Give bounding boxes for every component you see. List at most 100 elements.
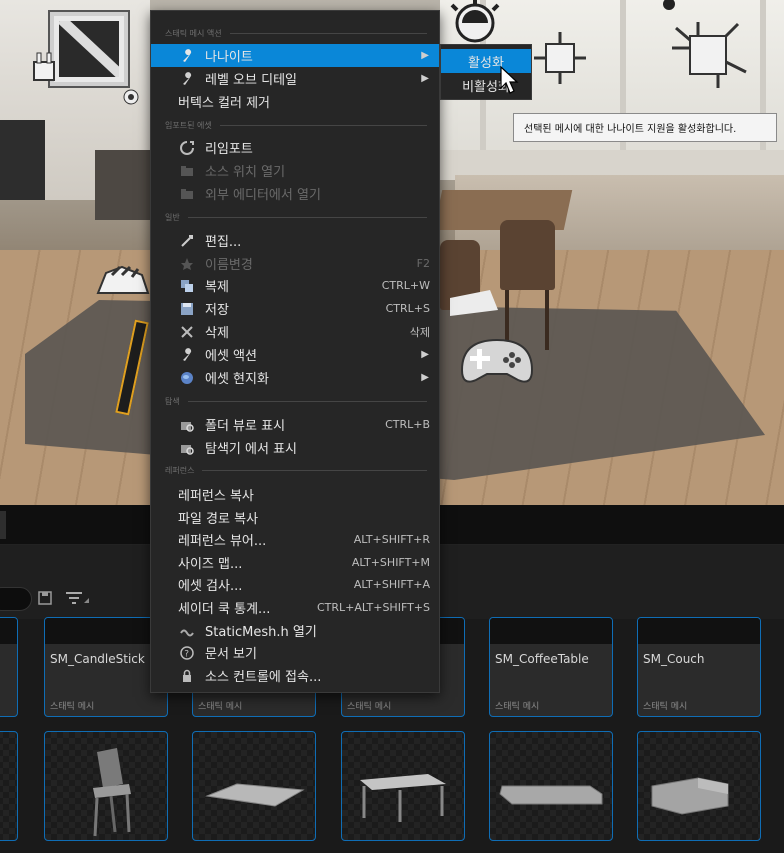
shortcut-label: 삭제 (409, 325, 430, 339)
folder-search-icon (179, 440, 195, 456)
asset-tile[interactable] (0, 731, 18, 841)
asset-tile[interactable] (44, 731, 168, 841)
asset-type: 스태틱 메시 (198, 702, 243, 712)
menu-item-show-in-explorer[interactable]: 탐색기 에서 표시 (151, 436, 439, 459)
menu-item-connect-source-control[interactable]: 소스 컨트롤에 접속... (151, 664, 439, 687)
menu-item-save[interactable]: 저장 CTRL+S (151, 297, 439, 320)
shortcut-label: CTRL+W (381, 279, 430, 292)
section-divider (187, 216, 427, 218)
menu-item-asset-actions[interactable]: 에셋 액션 ▶ (151, 343, 439, 366)
asset-type: 스태틱 메시 (495, 702, 540, 712)
menu-item-label: 파일 경로 복사 (178, 512, 259, 527)
menu-item-label: 소스 컨트롤에 접속... (205, 670, 322, 685)
chair-thumbnail (93, 748, 131, 837)
menu-item-label: 사이즈 맵... (178, 557, 243, 572)
reflection-capture-icon[interactable] (28, 48, 60, 88)
shortcut-label: ALT+SHIFT+R (353, 533, 430, 546)
menu-item-label: 리임포트 (205, 142, 253, 157)
point-light-icon[interactable] (532, 30, 588, 86)
menu-item-label: 버텍스 컬러 제거 (178, 96, 270, 111)
menu-item-shader-cook-stats[interactable]: 세이더 쿡 통계... CTRL+ALT+SHIFT+S (151, 596, 439, 619)
menu-item-rename[interactable]: 이름변경 F2 (151, 252, 439, 275)
scene-sofa (95, 150, 155, 220)
help-icon: ? (179, 645, 195, 661)
menu-item-reimport[interactable]: 리임포트 (151, 136, 439, 159)
chevron-right-icon: ▶ (421, 50, 429, 61)
directional-light-icon[interactable] (668, 18, 750, 90)
edit-icon (179, 233, 195, 249)
menu-item-label: 레퍼런스 뷰어... (178, 534, 267, 549)
menu-item-label: 나나이트 (205, 50, 253, 65)
filter-icon[interactable] (64, 589, 90, 607)
menu-item-label: 탐색기 에서 표시 (205, 442, 297, 457)
duplicate-icon (179, 278, 195, 294)
asset-tile[interactable]: SM_Couch 스태틱 메시 (637, 617, 761, 717)
menu-item-asset-localization[interactable]: 에셋 현지화 ▶ (151, 366, 439, 389)
asset-thumbnail (490, 618, 612, 644)
shortcut-label: CTRL+ALT+SHIFT+S (316, 601, 430, 614)
menu-item-label: 에셋 현지화 (205, 372, 269, 387)
menu-item-reference-viewer[interactable]: 레퍼런스 뷰어... ALT+SHIFT+R (151, 528, 439, 551)
menu-item-nanite[interactable]: 나나이트 ▶ (151, 44, 439, 67)
menu-item-delete[interactable]: 삭제 삭제 (151, 320, 439, 343)
light-indicator-icon (663, 0, 675, 10)
section-label: 스태틱 메시 액션 (165, 28, 222, 38)
menu-item-label: 레퍼런스 복사 (178, 489, 254, 504)
asset-tile[interactable] (637, 731, 761, 841)
menu-item-size-map[interactable]: 사이즈 맵... ALT+SHIFT+M (151, 551, 439, 574)
menu-item-copy-reference[interactable]: 레퍼런스 복사 (151, 483, 439, 506)
section-header: 임포트된 에셋 (165, 119, 427, 131)
camera-actor-icon[interactable] (92, 255, 152, 297)
section-divider (229, 32, 427, 34)
menu-item-remove-vertex-colors[interactable]: 버텍스 컬러 제거 (151, 90, 439, 113)
shortcut-label: CTRL+S (385, 302, 430, 315)
move-gizmo-icon[interactable] (122, 88, 140, 106)
sky-light-icon[interactable] (440, 0, 510, 50)
menu-item-label: 외부 에디터에서 열기 (205, 188, 321, 203)
menu-item-copy-file-path[interactable]: 파일 경로 복사 (151, 506, 439, 529)
menu-item-lod[interactable]: 레벨 오브 디테일 ▶ (151, 67, 439, 90)
asset-tile[interactable]: SM_CoffeeTable 스태틱 메시 (489, 617, 613, 717)
menu-item-audit-assets[interactable]: 에셋 검사... ALT+SHIFT+A (151, 573, 439, 596)
static-mesh-actor-icon[interactable] (50, 12, 128, 86)
scene-tabletop (450, 290, 498, 316)
section-header: 스태틱 메시 액션 (165, 27, 427, 39)
section-divider (187, 400, 427, 402)
menu-item-view-docs[interactable]: ? 문서 보기 (151, 641, 439, 664)
chevron-right-icon: ▶ (421, 73, 429, 84)
menu-item-open-header[interactable]: StaticMesh.h 열기 (151, 619, 439, 642)
menu-item-label: 폴더 뷰로 표시 (205, 419, 286, 434)
content-browser-tab[interactable] (0, 511, 6, 539)
asset-tile[interactable] (192, 731, 316, 841)
menu-item-label: 복제 (205, 280, 229, 295)
scene-chair (500, 220, 555, 290)
shortcut-label: CTRL+B (385, 418, 430, 431)
player-start-icon[interactable] (452, 330, 542, 390)
reimport-icon (179, 140, 195, 156)
section-label: 탐색 (165, 396, 180, 406)
menu-item-duplicate[interactable]: 복제 CTRL+W (151, 274, 439, 297)
asset-type: 스태틱 메시 (643, 702, 688, 712)
search-input[interactable] (0, 587, 32, 611)
menu-item-label: 저장 (205, 303, 229, 318)
menu-item-label: 삭제 (205, 326, 229, 341)
asset-thumbnail (0, 618, 17, 644)
asset-thumbnail (45, 618, 167, 644)
asset-tile[interactable] (0, 617, 18, 717)
menu-item-open-in-external-editor[interactable]: 외부 에디터에서 열기 (151, 182, 439, 205)
menu-item-show-in-folder-view[interactable]: 폴더 뷰로 표시 CTRL+B (151, 413, 439, 436)
rename-icon (179, 256, 195, 272)
rug-thumbnail (205, 783, 305, 807)
mouse-cursor-icon (500, 66, 519, 94)
save-icon[interactable] (38, 591, 52, 605)
asset-tile[interactable] (341, 731, 465, 841)
lock-icon (179, 668, 195, 684)
menu-item-open-source-location[interactable]: 소스 위치 열기 (151, 159, 439, 182)
asset-tile[interactable] (489, 731, 613, 841)
section-divider (219, 124, 427, 126)
menu-item-edit[interactable]: 편집... (151, 229, 439, 252)
section-label: 레퍼런스 (165, 465, 195, 475)
section-label: 임포트된 에셋 (165, 120, 212, 130)
couch-thumbnail (651, 777, 729, 815)
external-editor-icon (179, 186, 195, 202)
